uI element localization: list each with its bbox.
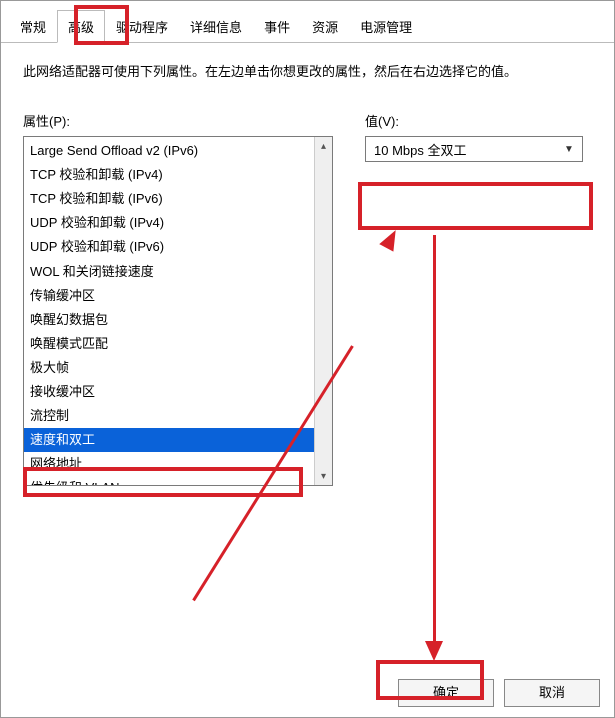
property-list-item[interactable]: 传输缓冲区	[24, 284, 314, 308]
property-list-item[interactable]: Large Send Offload v2 (IPv6)	[24, 139, 314, 163]
property-list-item[interactable]: 优先级和 VLAN	[24, 476, 314, 485]
property-list-item[interactable]: WOL 和关闭链接速度	[24, 260, 314, 284]
tab-details[interactable]: 详细信息	[179, 10, 253, 43]
ok-button[interactable]: 确定	[398, 679, 494, 707]
property-label: 属性(P):	[23, 111, 333, 130]
property-list-item[interactable]: 速度和双工	[24, 428, 314, 452]
property-list-item[interactable]: 极大帧	[24, 356, 314, 380]
tab-driver[interactable]: 驱动程序	[105, 10, 179, 43]
tab-general[interactable]: 常规	[9, 10, 57, 43]
tab-resources[interactable]: 资源	[301, 10, 349, 43]
property-list-item[interactable]: UDP 校验和卸载 (IPv6)	[24, 235, 314, 259]
tab-content-advanced: 此网络适配器可使用下列属性。在左边单击你想更改的属性，然后在右边选择它的值。 属…	[1, 43, 614, 659]
value-dropdown[interactable]: 10 Mbps 全双工 ▼	[365, 136, 583, 162]
tab-advanced[interactable]: 高级	[57, 10, 105, 43]
property-list-item[interactable]: 唤醒模式匹配	[24, 332, 314, 356]
chevron-down-icon: ▼	[560, 140, 578, 158]
property-list-item[interactable]: TCP 校验和卸载 (IPv4)	[24, 163, 314, 187]
value-dropdown-selected: 10 Mbps 全双工	[374, 140, 466, 159]
cancel-button[interactable]: 取消	[504, 679, 600, 707]
properties-dialog: 常规 高级 驱动程序 详细信息 事件 资源 电源管理 此网络适配器可使用下列属性…	[0, 0, 615, 718]
scroll-up-icon[interactable]: ▴	[316, 137, 332, 155]
tab-power-management[interactable]: 电源管理	[349, 10, 423, 43]
property-list-item[interactable]: 流控制	[24, 404, 314, 428]
property-list-item[interactable]: 网络地址	[24, 452, 314, 476]
property-list-item[interactable]: 接收缓冲区	[24, 380, 314, 404]
value-label: 值(V):	[365, 111, 592, 130]
property-list-item[interactable]: TCP 校验和卸载 (IPv6)	[24, 187, 314, 211]
property-list-item[interactable]: 唤醒幻数据包	[24, 308, 314, 332]
property-listbox[interactable]: Large Send Offload v2 (IPv6)TCP 校验和卸载 (I…	[23, 136, 333, 486]
property-list-item[interactable]: UDP 校验和卸载 (IPv4)	[24, 211, 314, 235]
tab-events[interactable]: 事件	[253, 10, 301, 43]
listbox-scrollbar[interactable]: ▴ ▾	[314, 137, 332, 485]
tab-strip: 常规 高级 驱动程序 详细信息 事件 资源 电源管理	[1, 1, 614, 43]
description-text: 此网络适配器可使用下列属性。在左边单击你想更改的属性，然后在右边选择它的值。	[23, 61, 592, 83]
scroll-down-icon[interactable]: ▾	[316, 467, 332, 485]
